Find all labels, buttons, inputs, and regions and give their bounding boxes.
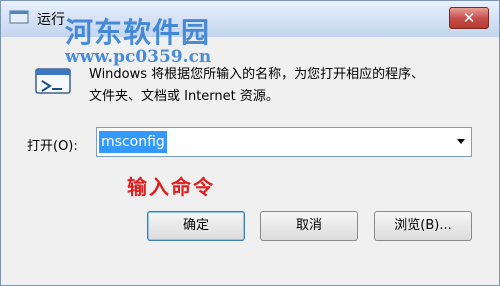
dialog-description: Windows 将根据您所输入的名称，为您打开相应的程序、 文件夹、文档或 In… [89,64,424,108]
close-icon: ✕ [462,9,476,27]
browse-button[interactable]: 浏览(B)... [374,211,472,241]
ok-button[interactable]: 确定 [147,211,245,241]
open-label: 打开(O): [27,139,78,154]
chevron-down-icon[interactable] [457,139,465,144]
run-program-icon [35,68,71,94]
cancel-button[interactable]: 取消 [260,211,358,241]
watermark-logo: 河东软件园 [65,16,211,49]
description-line-1: Windows 将根据您所输入的名称，为您打开相应的程序、 [89,67,425,82]
run-dialog: 运行 河东软件园 ✕ www.pc0359.cn Windows 将根据您所输入… [0,0,500,286]
annotation-text: 输入命令 [127,175,215,199]
open-combobox[interactable]: msconfig [96,127,472,157]
run-icon [9,10,29,24]
description-line-2: 文件夹、文档或 Internet 资源。 [89,89,279,104]
title-bar[interactable]: 运行 河东软件园 ✕ [1,1,499,49]
close-button[interactable]: ✕ [449,7,489,29]
open-input[interactable]: msconfig [99,131,167,153]
window-title: 运行 [37,12,65,28]
